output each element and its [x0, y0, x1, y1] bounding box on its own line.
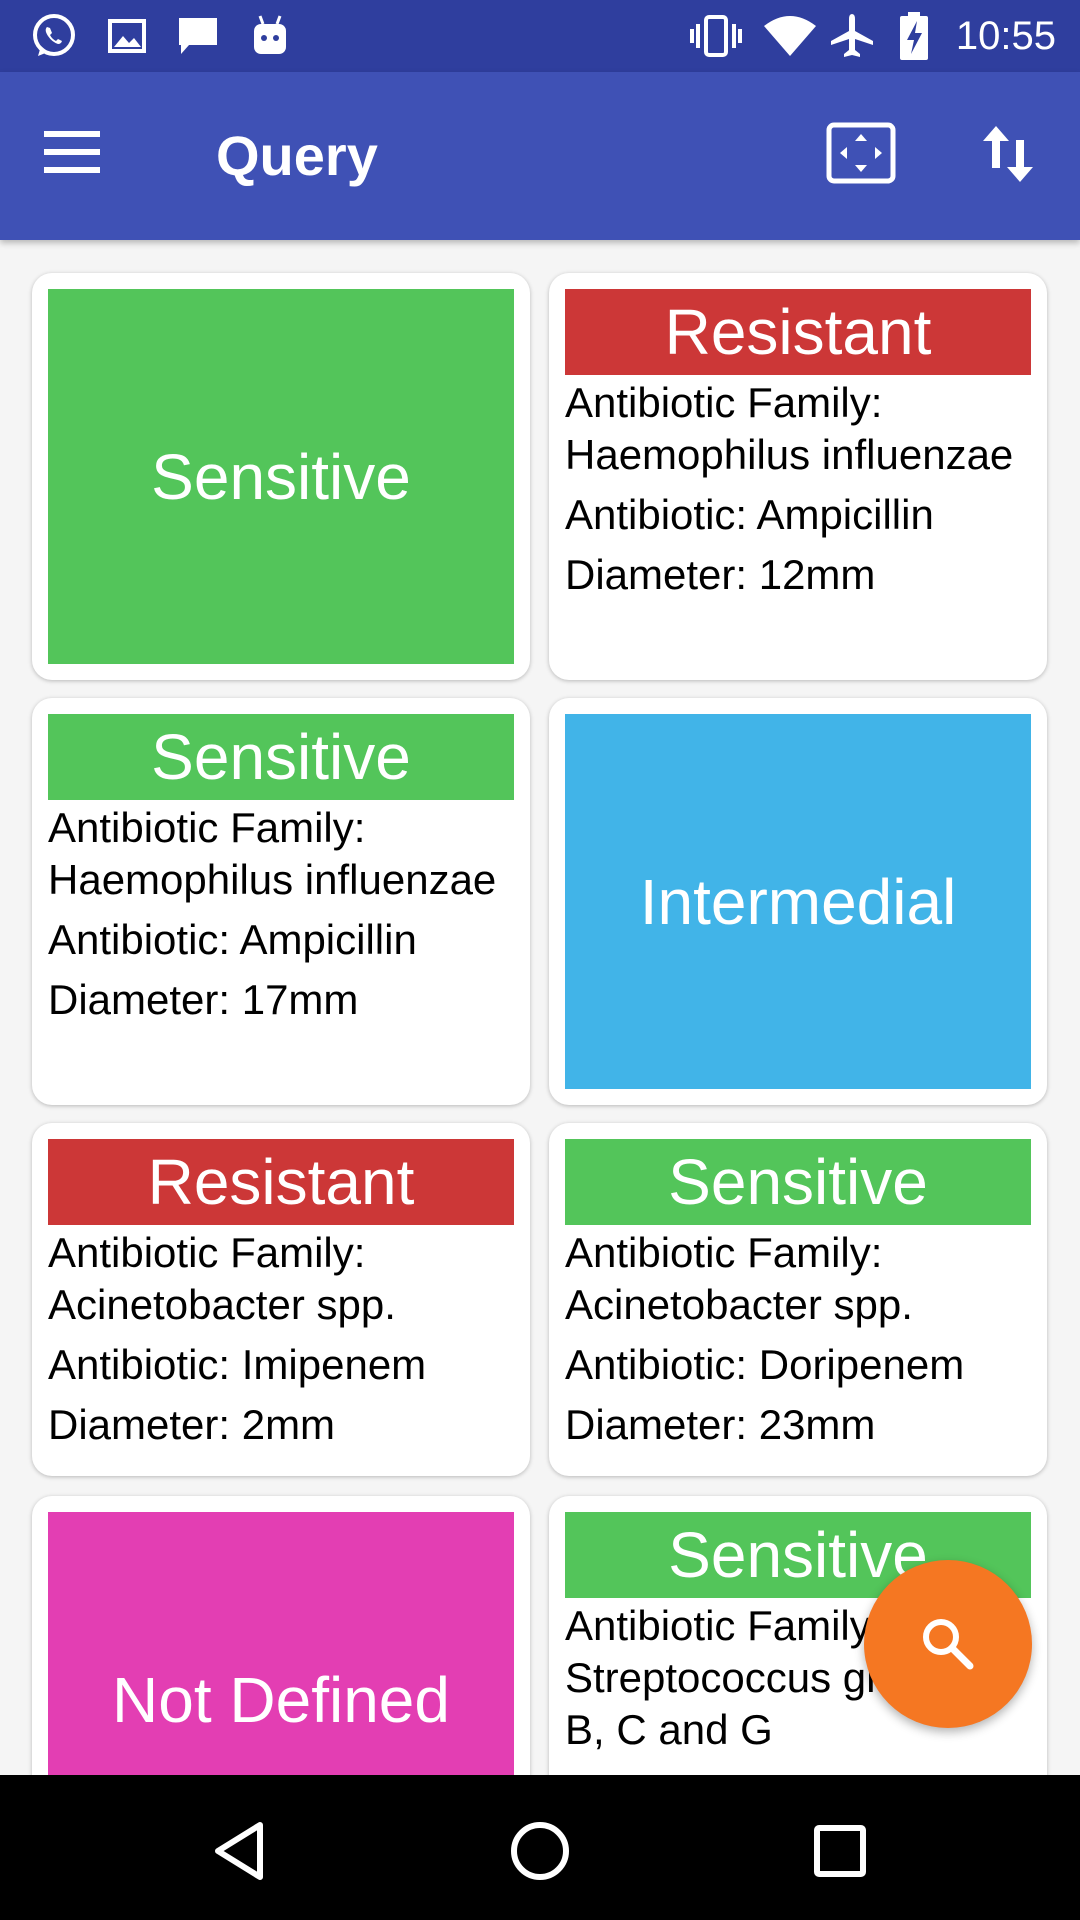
battery-charging-icon	[896, 12, 932, 60]
antibiotic-text: Antibiotic: Ampicillin	[48, 916, 417, 963]
diameter-text: Diameter: 23mm	[565, 1401, 876, 1448]
antibiotic-text: Antibiotic: Imipenem	[48, 1341, 427, 1388]
back-icon	[215, 1822, 263, 1880]
result-card[interactable]: Resistant Antibiotic Family: Haemophilus…	[549, 273, 1047, 680]
result-card[interactable]: Sensitive	[32, 273, 530, 680]
status-badge: Intermedial	[565, 714, 1031, 1089]
result-details: Antibiotic Family: Haemophilus influenza…	[565, 377, 1031, 609]
message-icon	[174, 12, 222, 60]
expand-button[interactable]	[826, 122, 896, 184]
search-fab[interactable]	[864, 1560, 1032, 1728]
status-badge: Resistant	[48, 1139, 514, 1225]
android-icon	[248, 12, 292, 60]
antibiotic-family-text: Antibiotic Family: Acinetobacter spp.	[48, 1229, 396, 1328]
airplane-icon	[826, 12, 878, 60]
result-card[interactable]: Not Defined	[32, 1496, 530, 1775]
recents-button[interactable]	[800, 1811, 880, 1891]
status-badge: Resistant	[565, 289, 1031, 375]
home-button[interactable]	[500, 1811, 580, 1891]
antibiotic-family-text: Antibiotic Family: Haemophilus influenza…	[565, 379, 1014, 478]
whatsapp-icon	[28, 12, 80, 60]
home-icon	[511, 1822, 569, 1880]
result-details: Antibiotic Family: Acinetobacter spp. An…	[48, 1227, 514, 1459]
results-grid: Sensitive Resistant Antibiotic Family: H…	[0, 240, 1080, 1775]
result-card[interactable]: Sensitive Antibiotic Family: Acinetobact…	[549, 1123, 1047, 1476]
search-icon	[923, 1619, 974, 1670]
status-bar: 10:55	[0, 0, 1080, 72]
navigation-bar	[0, 1775, 1080, 1920]
status-badge: Sensitive	[565, 1139, 1031, 1225]
result-card[interactable]: Sensitive Antibiotic Family: Haemophilus…	[32, 698, 530, 1105]
back-button[interactable]	[200, 1811, 280, 1891]
sort-button[interactable]	[978, 122, 1038, 186]
antibiotic-family-text: Antibiotic Family: Acinetobacter spp.	[565, 1229, 913, 1328]
recents-icon	[814, 1825, 866, 1877]
wifi-icon	[760, 12, 820, 60]
antibiotic-text: Antibiotic: Doripenem	[565, 1341, 965, 1388]
gallery-icon	[104, 12, 150, 60]
clock: 10:55	[955, 14, 1056, 58]
result-card[interactable]: Resistant Antibiotic Family: Acinetobact…	[32, 1123, 530, 1476]
diameter-text: Diameter: 17mm	[48, 976, 359, 1023]
antibiotic-family-text: Antibiotic Family: Haemophilus influenza…	[48, 804, 497, 903]
page-title: Query	[216, 124, 378, 187]
diameter-text: Diameter: 2mm	[48, 1401, 336, 1448]
status-badge: Sensitive	[48, 289, 514, 664]
expand-icon	[826, 122, 896, 184]
result-details: Antibiotic Family: Haemophilus influenza…	[48, 802, 514, 1034]
menu-icon	[44, 131, 100, 137]
result-details: Antibiotic Family: Acinetobacter spp. An…	[565, 1227, 1031, 1459]
result-card[interactable]: Intermedial	[549, 698, 1047, 1105]
app-bar: Query	[0, 72, 1080, 240]
menu-button[interactable]	[44, 120, 124, 184]
sort-icon	[983, 126, 1033, 182]
antibiotic-text: Antibiotic: Ampicillin	[565, 491, 934, 538]
status-badge: Sensitive	[48, 714, 514, 800]
diameter-text: Diameter: 12mm	[565, 551, 876, 598]
vibrate-icon	[688, 12, 744, 60]
status-badge: Not Defined	[48, 1512, 514, 1775]
